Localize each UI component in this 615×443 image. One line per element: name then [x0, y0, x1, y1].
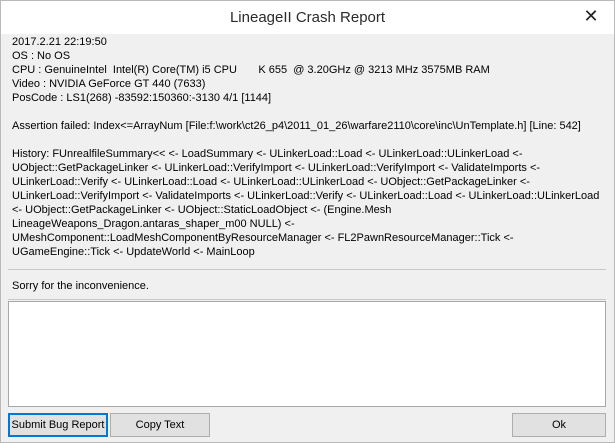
ok-button[interactable]: Ok — [512, 413, 606, 437]
report-history: History: FUnrealfileSummary<< <- LoadSum… — [12, 148, 603, 258]
report-line-os: OS : No OS — [12, 50, 71, 62]
comment-textarea[interactable] — [8, 301, 606, 407]
apology-message: Sorry for the inconvenience. — [12, 280, 149, 292]
divider — [8, 269, 606, 270]
title-bar[interactable]: LineageII Crash Report ✕ — [1, 1, 614, 34]
divider — [8, 299, 606, 300]
close-icon[interactable]: ✕ — [568, 1, 614, 31]
crash-report-window: LineageII Crash Report ✕ 2017.2.21 22:19… — [0, 0, 615, 443]
report-assertion: Assertion failed: Index<=ArrayNum [File:… — [12, 120, 581, 132]
crash-report-text[interactable]: 2017.2.21 22:19:50 OS : No OS CPU : Genu… — [8, 34, 606, 268]
report-line-video: Video : NVIDIA GeForce GT 440 (7633) — [12, 78, 206, 90]
report-line-timestamp: 2017.2.21 22:19:50 — [12, 36, 107, 48]
submit-bug-report-button[interactable]: Submit Bug Report — [8, 413, 108, 437]
report-line-poscode: PosCode : LS1(268) -83592:150360:-3130 4… — [12, 92, 272, 104]
copy-text-button[interactable]: Copy Text — [110, 413, 210, 437]
report-line-cpu: CPU : GenuineIntel Intel(R) Core(TM) i5 … — [12, 64, 490, 76]
window-title: LineageII Crash Report — [229, 9, 386, 26]
